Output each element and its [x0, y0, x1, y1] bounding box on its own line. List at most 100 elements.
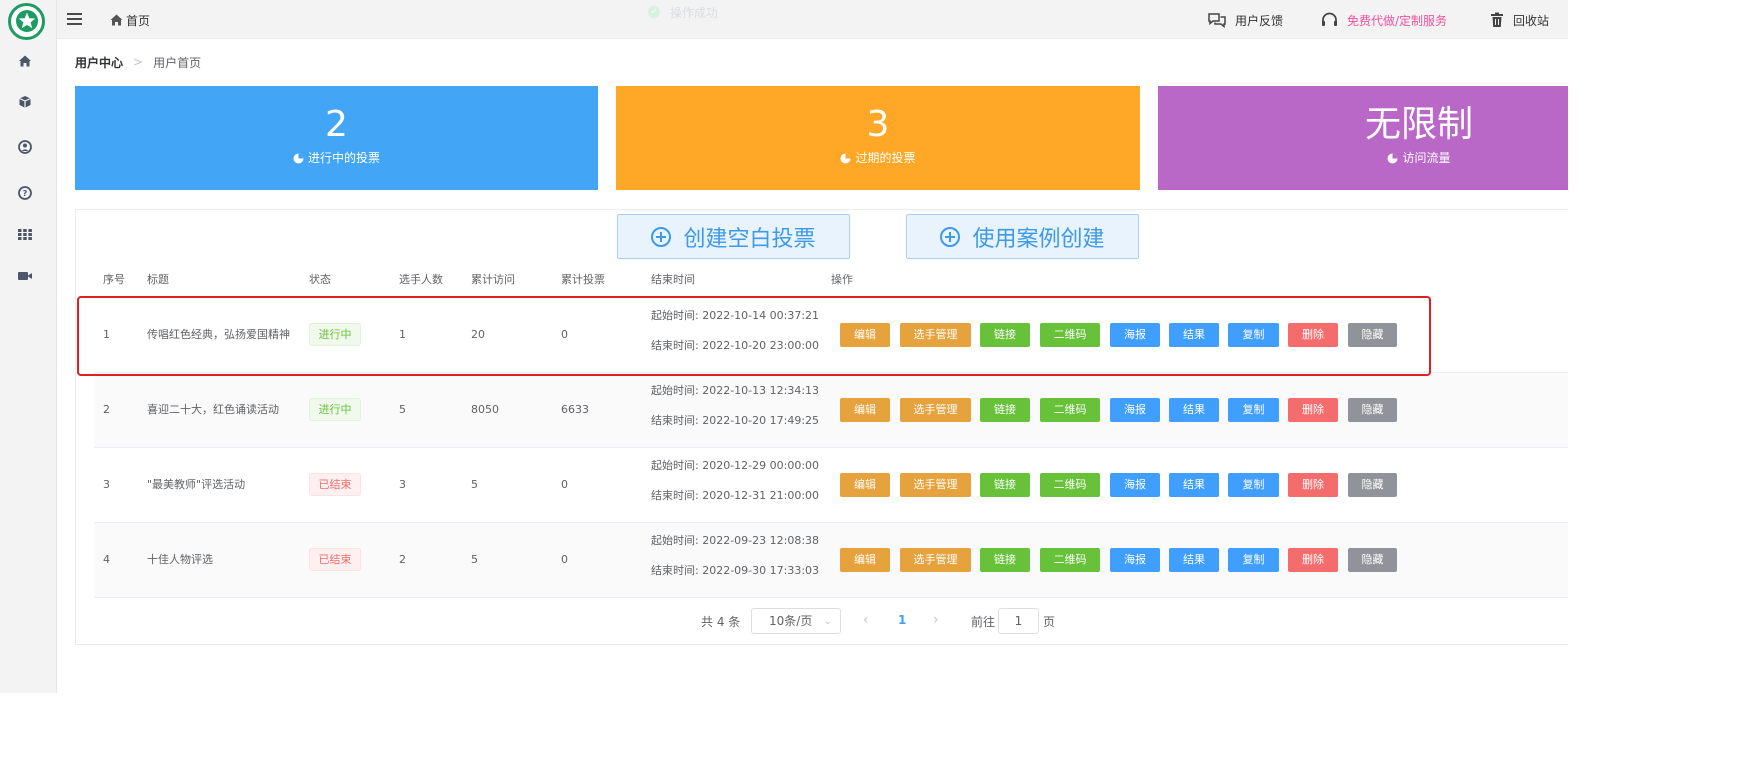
plus-circle-icon — [651, 226, 672, 247]
qrcode-button[interactable]: 二维码 — [1040, 473, 1100, 497]
copy-button[interactable]: 复制 — [1228, 473, 1279, 497]
delete-button[interactable]: 删除 — [1288, 398, 1338, 422]
svg-text:?: ? — [23, 189, 28, 198]
breadcrumb-separator: > — [133, 55, 144, 69]
manage-players-button[interactable]: 选手管理 — [900, 473, 971, 497]
delete-button[interactable]: 删除 — [1288, 548, 1338, 572]
recycle-bin-link[interactable]: 回收站 — [1489, 11, 1549, 29]
edit-button[interactable]: 编辑 — [840, 323, 890, 347]
poster-button[interactable]: 海报 — [1110, 398, 1160, 422]
chevron-down-icon: ⌄ — [823, 616, 832, 627]
column-header-players: 选手人数 — [399, 273, 443, 286]
manage-players-button[interactable]: 选手管理 — [900, 548, 971, 572]
delete-button[interactable]: 删除 — [1288, 323, 1338, 347]
result-button[interactable]: 结果 — [1169, 548, 1219, 572]
user-icon[interactable] — [15, 137, 35, 157]
edit-button[interactable]: 编辑 — [840, 473, 890, 497]
custom-service-label: 免费代做/定制服务 — [1347, 13, 1448, 28]
result-button[interactable]: 结果 — [1169, 473, 1219, 497]
column-header-index: 序号 — [103, 273, 125, 286]
box-icon[interactable] — [15, 92, 35, 112]
cell-end-time: 结束时间: 2022-10-20 17:49:25 — [651, 414, 820, 427]
result-button[interactable]: 结果 — [1169, 398, 1219, 422]
trash-icon — [1491, 12, 1503, 27]
poster-button[interactable]: 海报 — [1110, 473, 1160, 497]
hide-button[interactable]: 隐藏 — [1348, 398, 1397, 422]
create-blank-vote-button[interactable]: 创建空白投票 — [617, 214, 850, 259]
column-header-status: 状态 — [309, 273, 331, 286]
feedback-link[interactable]: 用户反馈 — [1207, 11, 1283, 29]
hide-button[interactable]: 隐藏 — [1348, 323, 1397, 347]
qrcode-button[interactable]: 二维码 — [1040, 398, 1100, 422]
create-from-case-label: 使用案例创建 — [972, 226, 1105, 252]
recycle-bin-label: 回收站 — [1513, 13, 1550, 28]
poster-button[interactable]: 海报 — [1110, 323, 1160, 347]
prev-page-icon[interactable]: ‹ — [863, 612, 869, 628]
create-blank-vote-label: 创建空白投票 — [683, 226, 816, 252]
cell-players: 3 — [399, 478, 406, 491]
apps-icon[interactable] — [15, 224, 35, 244]
table-row: 4 十佳人物评选 已结束 2 5 0 起始时间: 2022-09-23 12:0… — [94, 523, 1568, 598]
home-icon[interactable] — [15, 51, 35, 71]
link-button[interactable]: 链接 — [980, 398, 1030, 422]
cell-start-time: 起始时间: 2022-09-23 12:08:38 — [651, 534, 820, 547]
cell-end-time: 结束时间: 2022-10-20 23:00:00 — [651, 339, 820, 352]
cell-votes: 0 — [561, 328, 568, 341]
success-toast: ✓ 操作成功 — [648, 4, 718, 20]
custom-service-link[interactable]: 免费代做/定制服务 — [1320, 11, 1447, 29]
home-link[interactable]: 首页 — [110, 12, 150, 28]
cell-players: 2 — [399, 553, 406, 566]
status-badge: 已结束 — [309, 548, 361, 571]
status-badge: 已结束 — [309, 473, 361, 496]
manage-players-button[interactable]: 选手管理 — [900, 323, 971, 347]
result-button[interactable]: 结果 — [1169, 323, 1219, 347]
cell-start-time: 起始时间: 2022-10-14 00:37:21 — [651, 309, 820, 322]
manage-players-button[interactable]: 选手管理 — [900, 398, 971, 422]
goto-label: 前往 — [971, 615, 996, 629]
cell-index: 2 — [103, 403, 110, 416]
stat-value: 无限制 — [1364, 104, 1473, 145]
delete-button[interactable]: 删除 — [1288, 473, 1338, 497]
help-icon[interactable]: ? — [15, 183, 35, 203]
hide-button[interactable]: 隐藏 — [1348, 473, 1397, 497]
stat-label-row: 访问流量 — [1158, 151, 1568, 165]
copy-button[interactable]: 复制 — [1228, 398, 1279, 422]
menu-toggle-icon[interactable] — [67, 13, 82, 26]
app-window: ? 首页 ✓ 操作成功 用户反馈 免费代做/定制服务 回收站 用户中心 > 用户… — [0, 0, 1568, 693]
logo — [8, 3, 45, 40]
stat-label: 进行中的投票 — [307, 151, 380, 165]
copy-button[interactable]: 复制 — [1228, 548, 1279, 572]
breadcrumb-user-center[interactable]: 用户中心 — [75, 54, 123, 71]
qrcode-button[interactable]: 二维码 — [1040, 323, 1100, 347]
cell-visits: 8050 — [471, 403, 499, 416]
edit-button[interactable]: 编辑 — [840, 398, 890, 422]
link-button[interactable]: 链接 — [980, 473, 1030, 497]
hide-button[interactable]: 隐藏 — [1348, 548, 1397, 572]
table-row: 1 传唱红色经典，弘扬爱国精神 进行中 1 20 0 起始时间: 2022-10… — [94, 298, 1568, 373]
cell-title: 传唱红色经典，弘扬爱国精神 — [147, 328, 290, 341]
feedback-label: 用户反馈 — [1235, 13, 1284, 28]
page-size-select[interactable]: 10条/页 ⌄ — [751, 608, 841, 634]
cell-start-time: 起始时间: 2022-10-13 12:34:13 — [651, 384, 820, 397]
link-button[interactable]: 链接 — [980, 548, 1030, 572]
cell-votes: 6633 — [561, 403, 589, 416]
cell-index: 4 — [103, 553, 110, 566]
next-page-icon[interactable]: › — [933, 612, 939, 628]
poster-button[interactable]: 海报 — [1110, 548, 1160, 572]
cell-title: 十佳人物评选 — [147, 553, 213, 566]
pie-chart-icon — [293, 153, 304, 163]
create-from-case-button[interactable]: 使用案例创建 — [906, 214, 1139, 259]
column-header-end-time: 结束时间 — [651, 273, 695, 286]
copy-button[interactable]: 复制 — [1228, 323, 1279, 347]
link-button[interactable]: 链接 — [980, 323, 1030, 347]
page-size-value: 10条/页 — [769, 614, 813, 628]
video-icon[interactable] — [15, 266, 35, 286]
page-number-current[interactable]: 1 — [898, 613, 906, 627]
stat-label-row: 进行中的投票 — [75, 151, 598, 165]
edit-button[interactable]: 编辑 — [840, 548, 890, 572]
goto-page-input[interactable] — [998, 608, 1039, 634]
cell-index: 1 — [103, 328, 110, 341]
qrcode-button[interactable]: 二维码 — [1040, 548, 1100, 572]
toast-message: 操作成功 — [670, 5, 719, 20]
column-header-votes: 累计投票 — [561, 273, 605, 286]
